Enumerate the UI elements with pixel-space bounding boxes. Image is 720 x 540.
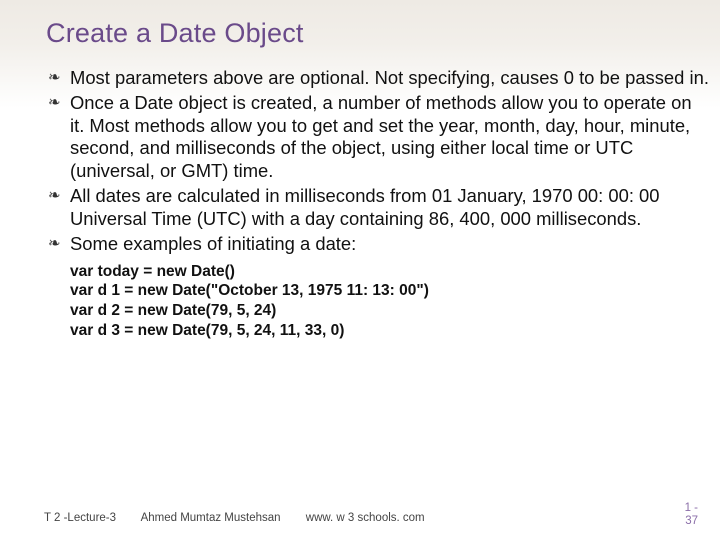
footer-left: T 2 -Lecture-3 [44, 512, 116, 524]
code-line: var d 3 = new Date(79, 5, 24, 11, 33, 0) [70, 321, 710, 341]
bullet-icon: ❧ [48, 235, 61, 254]
bullet-icon: ❧ [48, 187, 61, 206]
bullet-text: Once a Date object is created, a number … [70, 92, 692, 181]
page-bottom: 37 [685, 515, 698, 528]
code-line: var d 2 = new Date(79, 5, 24) [70, 301, 710, 321]
bullet-icon: ❧ [48, 69, 61, 88]
code-line: var today = new Date() [70, 262, 710, 282]
bullet-list: ❧ Most parameters above are optional. No… [48, 67, 710, 256]
slide: Create a Date Object ❧ Most parameters a… [0, 0, 720, 540]
slide-title: Create a Date Object [46, 18, 710, 49]
list-item: ❧ Once a Date object is created, a numbe… [48, 92, 710, 183]
list-item: ❧ Some examples of initiating a date: [48, 233, 710, 256]
bullet-text: Most parameters above are optional. Not … [70, 67, 709, 88]
list-item: ❧ Most parameters above are optional. No… [48, 67, 710, 90]
bullet-text: All dates are calculated in milliseconds… [70, 185, 660, 229]
footer-right: www. w 3 schools. com [306, 512, 425, 524]
code-line: var d 1 = new Date("October 13, 1975 11:… [70, 281, 710, 301]
footer-center: Ahmed Mumtaz Mustehsan [141, 512, 281, 524]
list-item: ❧ All dates are calculated in millisecon… [48, 185, 710, 231]
bullet-icon: ❧ [48, 94, 61, 113]
page-top: 1 - [685, 502, 698, 515]
footer: T 2 -Lecture-3 Ahmed Mumtaz Mustehsan ww… [44, 512, 447, 524]
code-block: var today = new Date() var d 1 = new Dat… [70, 262, 710, 341]
bullet-text: Some examples of initiating a date: [70, 233, 356, 254]
page-number: 1 - 37 [685, 502, 698, 528]
